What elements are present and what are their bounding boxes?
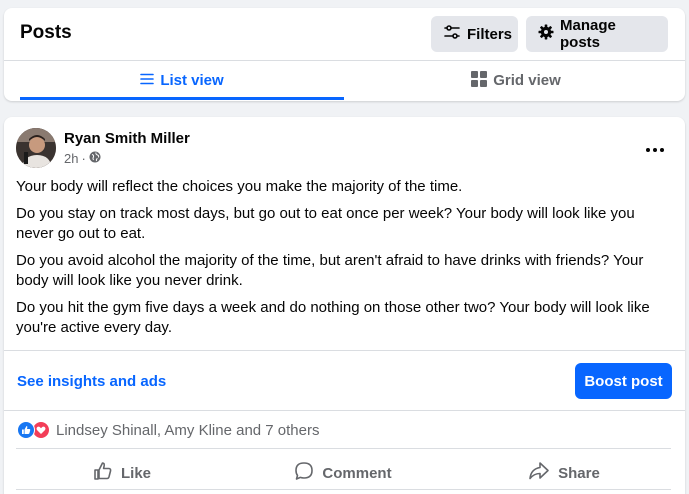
reaction-icons bbox=[17, 421, 50, 439]
comment-icon bbox=[294, 461, 314, 485]
active-tab-indicator bbox=[20, 97, 344, 100]
divider bbox=[16, 448, 671, 449]
manage-posts-label: Manage posts bbox=[560, 17, 616, 51]
tab-label: Grid view bbox=[493, 72, 561, 89]
share-icon bbox=[528, 461, 550, 485]
comment-label: Comment bbox=[322, 464, 392, 482]
like-button[interactable]: Like bbox=[22, 455, 222, 491]
reactions-text: Lindsey Shinall, Amy Kline and 7 others bbox=[56, 421, 320, 439]
post-body: Your body will reflect the choices you m… bbox=[16, 177, 671, 345]
divider bbox=[4, 350, 685, 351]
grid-icon bbox=[471, 70, 488, 91]
tab-grid-view[interactable]: Grid view bbox=[354, 60, 678, 101]
filters-button[interactable]: Filters bbox=[431, 16, 518, 52]
post-card: Ryan Smith Miller 2h · Your body will re… bbox=[4, 117, 685, 494]
share-label: Share bbox=[558, 464, 600, 482]
posts-header-card: Posts Filters Manage posts List view Gri… bbox=[4, 8, 685, 101]
boost-post-button[interactable]: Boost post bbox=[575, 363, 672, 399]
meta-separator: · bbox=[81, 151, 86, 166]
post-time[interactable]: 2h bbox=[64, 151, 78, 166]
page-title: Posts bbox=[20, 22, 72, 43]
more-icon bbox=[645, 136, 665, 159]
globe-icon bbox=[89, 151, 101, 166]
more-options-button[interactable] bbox=[639, 133, 671, 161]
comment-button[interactable]: Comment bbox=[243, 455, 443, 491]
divider bbox=[16, 489, 671, 490]
post-author[interactable]: Ryan Smith Miller bbox=[64, 130, 190, 147]
share-button[interactable]: Share bbox=[464, 455, 664, 491]
like-reaction-icon bbox=[17, 421, 35, 439]
avatar[interactable] bbox=[16, 128, 56, 168]
post-paragraph: Do you avoid alcohol the majority of the… bbox=[16, 252, 644, 289]
filters-label: Filters bbox=[467, 25, 513, 43]
gear-icon bbox=[538, 24, 554, 44]
sliders-icon bbox=[443, 24, 461, 44]
post-meta: 2h · bbox=[64, 151, 101, 166]
thumbs-up-icon bbox=[93, 461, 113, 485]
manage-posts-button[interactable]: Manage posts bbox=[526, 16, 668, 52]
list-icon bbox=[140, 72, 155, 89]
like-label: Like bbox=[120, 464, 151, 482]
divider bbox=[4, 410, 685, 411]
post-paragraph: Do you hit the gym five days a week and … bbox=[16, 299, 650, 336]
post-paragraph: Do you stay on track most days, but go o… bbox=[16, 205, 635, 242]
post-paragraph: Your body will reflect the choices you m… bbox=[16, 178, 463, 195]
see-insights-link[interactable]: See insights and ads bbox=[17, 373, 166, 390]
reactions-summary[interactable]: Lindsey Shinall, Amy Kline and 7 others bbox=[17, 421, 320, 439]
tab-label: List view bbox=[160, 72, 224, 89]
tab-list-view[interactable]: List view bbox=[20, 60, 344, 101]
